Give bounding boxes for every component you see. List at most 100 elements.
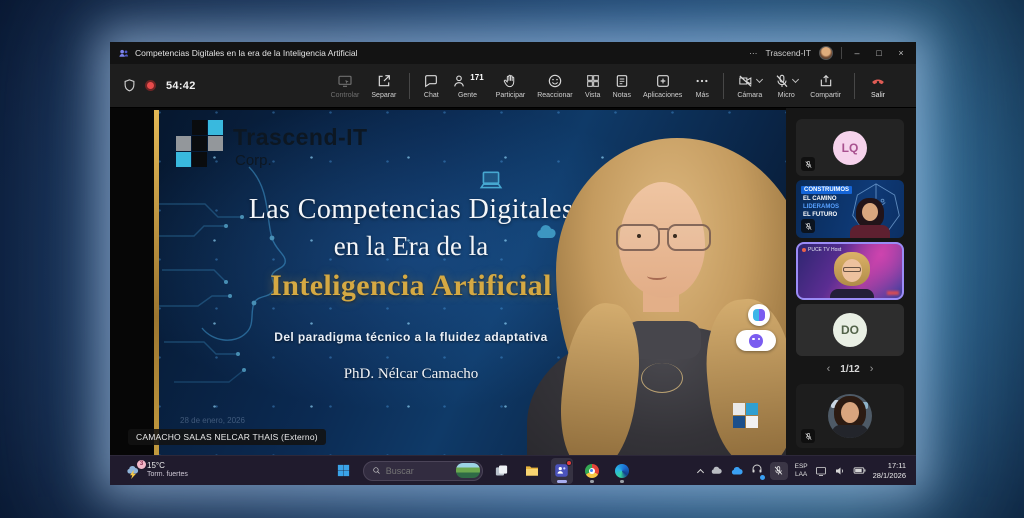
start-button[interactable] (333, 458, 355, 484)
apps-button[interactable]: Aplicaciones (637, 73, 688, 99)
emoji-overlay-button[interactable] (736, 330, 776, 351)
tray-cloud-icon[interactable] (710, 464, 723, 477)
presentation-slide: Trascend-IT Corp. Las Competencias Digit… (154, 110, 786, 455)
search-input[interactable] (386, 466, 451, 476)
search-highlight-image[interactable] (456, 463, 480, 478)
cast-display-icon[interactable] (815, 465, 827, 477)
mic-tray-item[interactable] (770, 462, 788, 480)
popout-button[interactable]: Separar (365, 73, 402, 99)
teams-window: Competencias Digitales en la era de la I… (110, 42, 916, 485)
mic-muted-badge (801, 429, 815, 443)
presenter-eye (637, 234, 641, 238)
trascend-logo: Trascend-IT Corp. (176, 120, 368, 169)
task-view-button[interactable] (491, 458, 513, 484)
presenter-smile (647, 272, 667, 280)
laptop-icon (476, 168, 506, 194)
page-next-icon[interactable]: › (870, 363, 874, 375)
raise-hand-button[interactable]: Participar (490, 73, 532, 99)
language-indicator[interactable]: ESP LAA (795, 463, 808, 478)
chevron-down-icon[interactable] (756, 76, 763, 83)
video-corner-graphic (887, 291, 899, 295)
toolbar-divider (854, 73, 855, 99)
maximize-button[interactable]: □ (872, 42, 886, 64)
self-avatar (828, 394, 872, 438)
leave-button[interactable]: Salir (862, 73, 894, 99)
running-indicator (557, 480, 567, 483)
taskbar-clock[interactable]: 17:11 28/1/2026 (873, 461, 906, 481)
share-button[interactable]: Compartir (804, 73, 847, 99)
active-speaker-tile[interactable]: PUCE TV Host (796, 242, 904, 300)
account-avatar[interactable] (819, 46, 833, 60)
mic-off-icon (774, 73, 790, 89)
banner-line: EL CAMINO (801, 196, 852, 202)
smiley-purple-icon (749, 334, 763, 348)
taskbar-search[interactable] (363, 461, 483, 481)
edge-button[interactable] (611, 458, 633, 484)
account-name: Trascend-IT (765, 48, 811, 58)
clock-date: 28/1/2026 (873, 471, 906, 481)
search-icon (372, 466, 381, 475)
chrome-icon (585, 464, 599, 478)
monitor-cursor-icon (337, 73, 353, 89)
view-button[interactable]: Vista (579, 73, 607, 99)
participant-video-person (848, 198, 892, 238)
hand-icon (502, 73, 518, 89)
headset-tray-item[interactable] (751, 462, 763, 480)
control-button[interactable]: Controlar (325, 73, 366, 99)
mic-button[interactable]: Micro (768, 73, 804, 99)
headset-icon (751, 463, 763, 475)
windows-logo-icon (336, 463, 351, 478)
page-prev-icon[interactable]: ‹ (827, 363, 831, 375)
presenter-eye (673, 234, 677, 238)
system-tray: ESP LAA 17:11 28/1/2026 (698, 461, 916, 481)
react-button[interactable]: Reaccionar (531, 73, 578, 99)
speaker-icon[interactable] (834, 465, 846, 477)
participant-count: 171 (470, 73, 483, 82)
participant-tile[interactable]: DO (796, 304, 904, 356)
reactions-overlay-badge[interactable] (748, 304, 770, 326)
file-explorer-button[interactable] (521, 458, 543, 484)
shared-screen-stage[interactable]: Trascend-IT Corp. Las Competencias Digit… (110, 108, 786, 455)
people-icon (451, 73, 467, 89)
weather-widget[interactable]: 3 15°C Torm. fuertes (110, 461, 268, 480)
participant-sidebar: LQ CONSTRUIMOS EL CAMINO LIDERAMOS EL FU… (786, 108, 916, 455)
self-view-tile[interactable] (796, 384, 904, 448)
chevron-down-icon[interactable] (792, 76, 799, 83)
chat-button[interactable]: Chat (417, 73, 445, 99)
clock-time: 17:11 (873, 461, 906, 471)
titlebar-more-icon[interactable]: ··· (749, 48, 758, 58)
people-button[interactable]: 171 Gente (445, 73, 489, 99)
close-button[interactable]: × (894, 42, 908, 64)
hidden-icons-chevron[interactable] (697, 468, 704, 475)
chat-icon (423, 73, 439, 89)
lightning-icon (129, 470, 137, 479)
participant-tile[interactable]: LQ (796, 119, 904, 176)
meeting-toolbar: 54:42 Controlar Separar Chat (110, 64, 916, 108)
phone-down-icon (868, 73, 888, 89)
participant-tile[interactable]: CONSTRUIMOS EL CAMINO LIDERAMOS EL FUTUR… (796, 180, 904, 238)
chrome-button[interactable] (581, 458, 603, 484)
reaction-emoji-icon (753, 309, 765, 321)
participant-pagination: ‹ 1/12 › (796, 360, 904, 378)
teams-taskbar-button[interactable] (551, 458, 573, 484)
minimize-button[interactable]: – (850, 42, 864, 64)
mic-off-icon (773, 465, 784, 476)
notification-dot (566, 460, 572, 466)
notes-button[interactable]: Notas (607, 73, 637, 99)
camera-button[interactable]: Cámara (731, 73, 768, 99)
more-button[interactable]: Más (688, 73, 716, 99)
taskbar-center (268, 458, 698, 484)
slide-date: 28 de enero, 2026 (180, 416, 245, 425)
participant-video-person (826, 252, 878, 300)
task-view-icon (494, 463, 509, 478)
toolbar-divider (409, 73, 410, 99)
window-title: Competencias Digitales en la era de la I… (135, 48, 358, 58)
presenter-glasses (607, 224, 719, 252)
battery-icon[interactable] (853, 464, 866, 477)
presenter-name-tag: CAMACHO SALAS NELCAR THAIS (Externo) (128, 429, 326, 445)
presenter-necklace (641, 363, 683, 393)
titlebar-divider (841, 47, 842, 59)
folder-icon (524, 463, 540, 479)
participant-initials: DO (833, 313, 867, 347)
onedrive-icon[interactable] (730, 464, 744, 478)
